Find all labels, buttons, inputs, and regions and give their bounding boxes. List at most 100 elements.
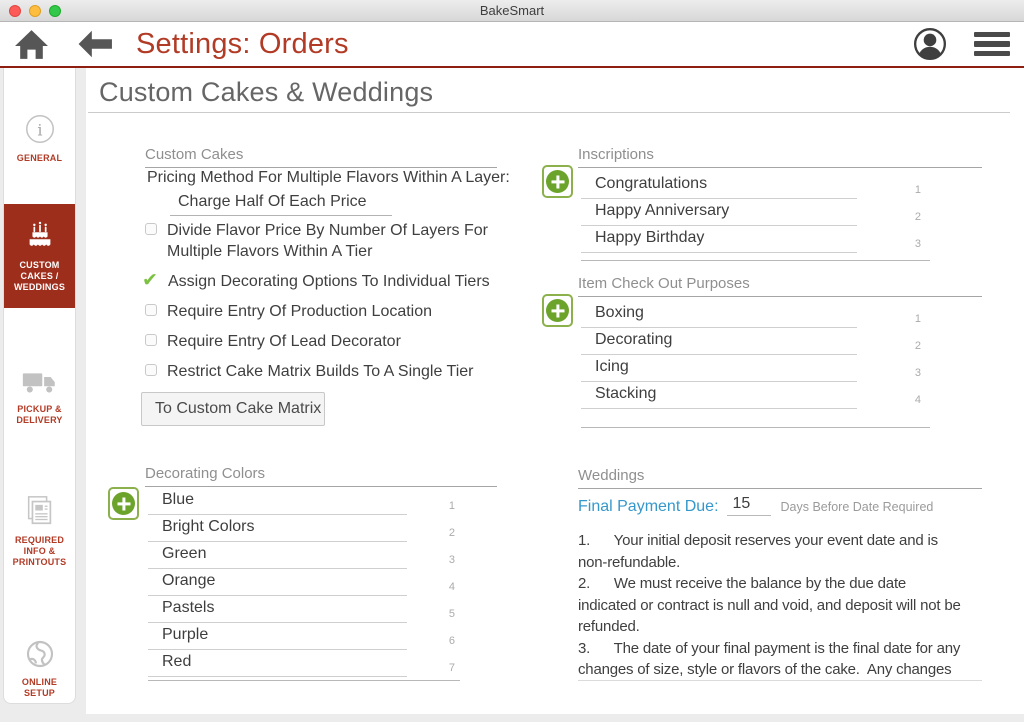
- content-area: i GENERAL CUSTOM CAKES / W: [0, 68, 1024, 721]
- list-item[interactable]: Decorating2: [581, 328, 930, 355]
- sidebar-item-label: CUSTOM CAKES / WEDDINGS: [6, 260, 73, 293]
- list-item-text[interactable]: Decorating: [595, 331, 672, 349]
- checkbox-unchecked[interactable]: [145, 223, 157, 235]
- list-item[interactable]: Happy Anniversary 2: [581, 199, 930, 226]
- list-item[interactable]: Orange4: [148, 569, 460, 596]
- option-label: Assign Decorating Options To Individual …: [168, 271, 490, 292]
- checkbox-unchecked[interactable]: [145, 364, 157, 376]
- checkbox-unchecked[interactable]: [145, 304, 157, 316]
- list-item-number: 1: [915, 313, 921, 325]
- home-icon: [13, 26, 50, 63]
- terms-line: indicated or contract is null and void, …: [578, 595, 1022, 617]
- list-item-text[interactable]: Purple: [162, 626, 208, 644]
- back-button[interactable]: [76, 27, 114, 61]
- window-title: BakeSmart: [0, 3, 1024, 18]
- main-panel: Custom Cakes & Weddings Custom Cakes Pri…: [86, 68, 1024, 714]
- list-item-text[interactable]: Boxing: [595, 304, 644, 322]
- svg-text:i: i: [37, 121, 42, 140]
- title-divider: [88, 112, 1010, 113]
- app-window: BakeSmart Settings: Orders: [0, 0, 1024, 722]
- pricing-method-select[interactable]: Charge Half Of Each Price: [170, 192, 392, 216]
- list-item-number: 2: [449, 527, 455, 539]
- option-label: Require Entry Of Production Location: [167, 301, 432, 322]
- option-label: Require Entry Of Lead Decorator: [167, 331, 401, 352]
- checkbox-unchecked[interactable]: [145, 334, 157, 346]
- terms-divider: [578, 680, 982, 681]
- page-title: Settings: Orders: [136, 28, 349, 61]
- custom-cakes-section-header: Custom Cakes: [145, 146, 497, 168]
- settings-sidebar: i GENERAL CUSTOM CAKES / W: [3, 68, 76, 704]
- option-row[interactable]: Restrict Cake Matrix Builds To A Single …: [145, 361, 490, 382]
- add-decorating-color-button[interactable]: [108, 487, 139, 520]
- list-item-text[interactable]: Bright Colors: [162, 518, 254, 536]
- list-item-text[interactable]: Stacking: [595, 385, 656, 403]
- option-row[interactable]: Require Entry Of Production Location: [145, 301, 490, 322]
- item-check-out-section-header: Item Check Out Purposes: [578, 275, 982, 297]
- list-end-divider: [581, 260, 930, 261]
- sidebar-item-online-setup[interactable]: ONLINE SETUP: [4, 628, 75, 709]
- list-item[interactable]: Boxing 1: [581, 301, 930, 328]
- list-item-text[interactable]: Happy Anniversary: [595, 202, 729, 220]
- list-item-number: 1: [449, 500, 455, 512]
- sidebar-item-required-info-printouts[interactable]: REQUIRED INFO & PRINTOUTS: [4, 484, 75, 578]
- sidebar-item-pickup-delivery[interactable]: PICKUP & DELIVERY: [4, 360, 75, 436]
- terms-line: 2. We must receive the balance by the du…: [578, 573, 1022, 595]
- section-page-title: Custom Cakes & Weddings: [99, 77, 433, 108]
- list-item[interactable]: Red 7: [148, 650, 460, 677]
- final-payment-days-field[interactable]: 15: [727, 495, 771, 516]
- option-row-checked[interactable]: ✔ Assign Decorating Options To Individual…: [145, 271, 490, 292]
- list-item[interactable]: Purple6: [148, 623, 460, 650]
- list-item[interactable]: Congratulations1: [581, 172, 930, 199]
- printouts-icon: [23, 494, 57, 528]
- add-inscription-button[interactable]: [542, 165, 573, 198]
- list-item-text[interactable]: Red: [162, 653, 191, 671]
- terms-line: changes of size, style or flavors of the…: [578, 659, 1022, 681]
- checkmark-icon[interactable]: ✔: [142, 271, 158, 290]
- list-item[interactable]: Green 3: [148, 542, 460, 569]
- final-payment-row: Final Payment Due: 15 Days Before Date R…: [578, 495, 933, 516]
- terms-line: 1. Your initial deposit reserves your ev…: [578, 530, 1022, 552]
- list-item-number: 3: [449, 554, 455, 566]
- wedding-terms-textarea[interactable]: 1. Your initial deposit reserves your ev…: [578, 530, 1022, 681]
- option-label: Divide Flavor Price By Number Of Layers …: [167, 220, 490, 262]
- custom-cake-matrix-button[interactable]: To Custom Cake Matrix: [141, 392, 325, 426]
- list-item-text[interactable]: Happy Birthday: [595, 229, 704, 247]
- list-item-text[interactable]: Icing: [595, 358, 629, 376]
- list-item[interactable]: Blue 1: [148, 488, 460, 515]
- terms-line: non-refundable.: [578, 552, 1022, 574]
- final-payment-label: Final Payment Due:: [578, 498, 719, 516]
- sidebar-item-label: PICKUP & DELIVERY: [6, 404, 73, 426]
- list-item-number: 7: [449, 662, 455, 674]
- weddings-section-header: Weddings: [578, 467, 982, 489]
- list-item-text[interactable]: Congratulations: [595, 175, 707, 193]
- sidebar-item-label: ONLINE SETUP: [6, 677, 73, 699]
- list-item[interactable]: Pastels5: [148, 596, 460, 623]
- sidebar-item-general[interactable]: i GENERAL: [4, 102, 75, 174]
- inscriptions-list: Congratulations1Happy Anniversary2Happy …: [581, 172, 930, 261]
- plus-icon: [112, 492, 135, 515]
- window-titlebar: BakeSmart: [0, 0, 1024, 22]
- list-item-text[interactable]: Blue: [162, 491, 194, 509]
- sidebar-item-label: GENERAL: [17, 153, 62, 164]
- option-row[interactable]: Divide Flavor Price By Number Of Layers …: [145, 220, 490, 262]
- list-item[interactable]: Happy Birthday 3: [581, 226, 930, 253]
- decorating-colors-section-header: Decorating Colors: [145, 465, 497, 487]
- home-button[interactable]: [12, 25, 50, 63]
- list-item-text[interactable]: Orange: [162, 572, 215, 590]
- final-payment-suffix: Days Before Date Required: [781, 500, 934, 516]
- option-row[interactable]: Require Entry Of Lead Decorator: [145, 331, 490, 352]
- list-item-number: 3: [915, 238, 921, 250]
- add-check-out-purpose-button[interactable]: [542, 294, 573, 327]
- terms-line: refunded.: [578, 616, 1022, 638]
- profile-button[interactable]: [912, 26, 948, 62]
- sidebar-item-custom-cakes-weddings[interactable]: CUSTOM CAKES / WEDDINGS: [4, 204, 75, 308]
- hamburger-menu-button[interactable]: [974, 32, 1010, 57]
- list-item-text[interactable]: Green: [162, 545, 206, 563]
- list-item[interactable]: Stacking4: [581, 382, 930, 409]
- list-item-text[interactable]: Pastels: [162, 599, 214, 617]
- item-check-out-list: Boxing 1 Decorating2 Icing 3 Stacking4: [581, 301, 930, 428]
- list-item[interactable]: Icing 3: [581, 355, 930, 382]
- list-item-number: 3: [915, 367, 921, 379]
- list-item-number: 2: [915, 211, 921, 223]
- list-item[interactable]: Bright Colors 2: [148, 515, 460, 542]
